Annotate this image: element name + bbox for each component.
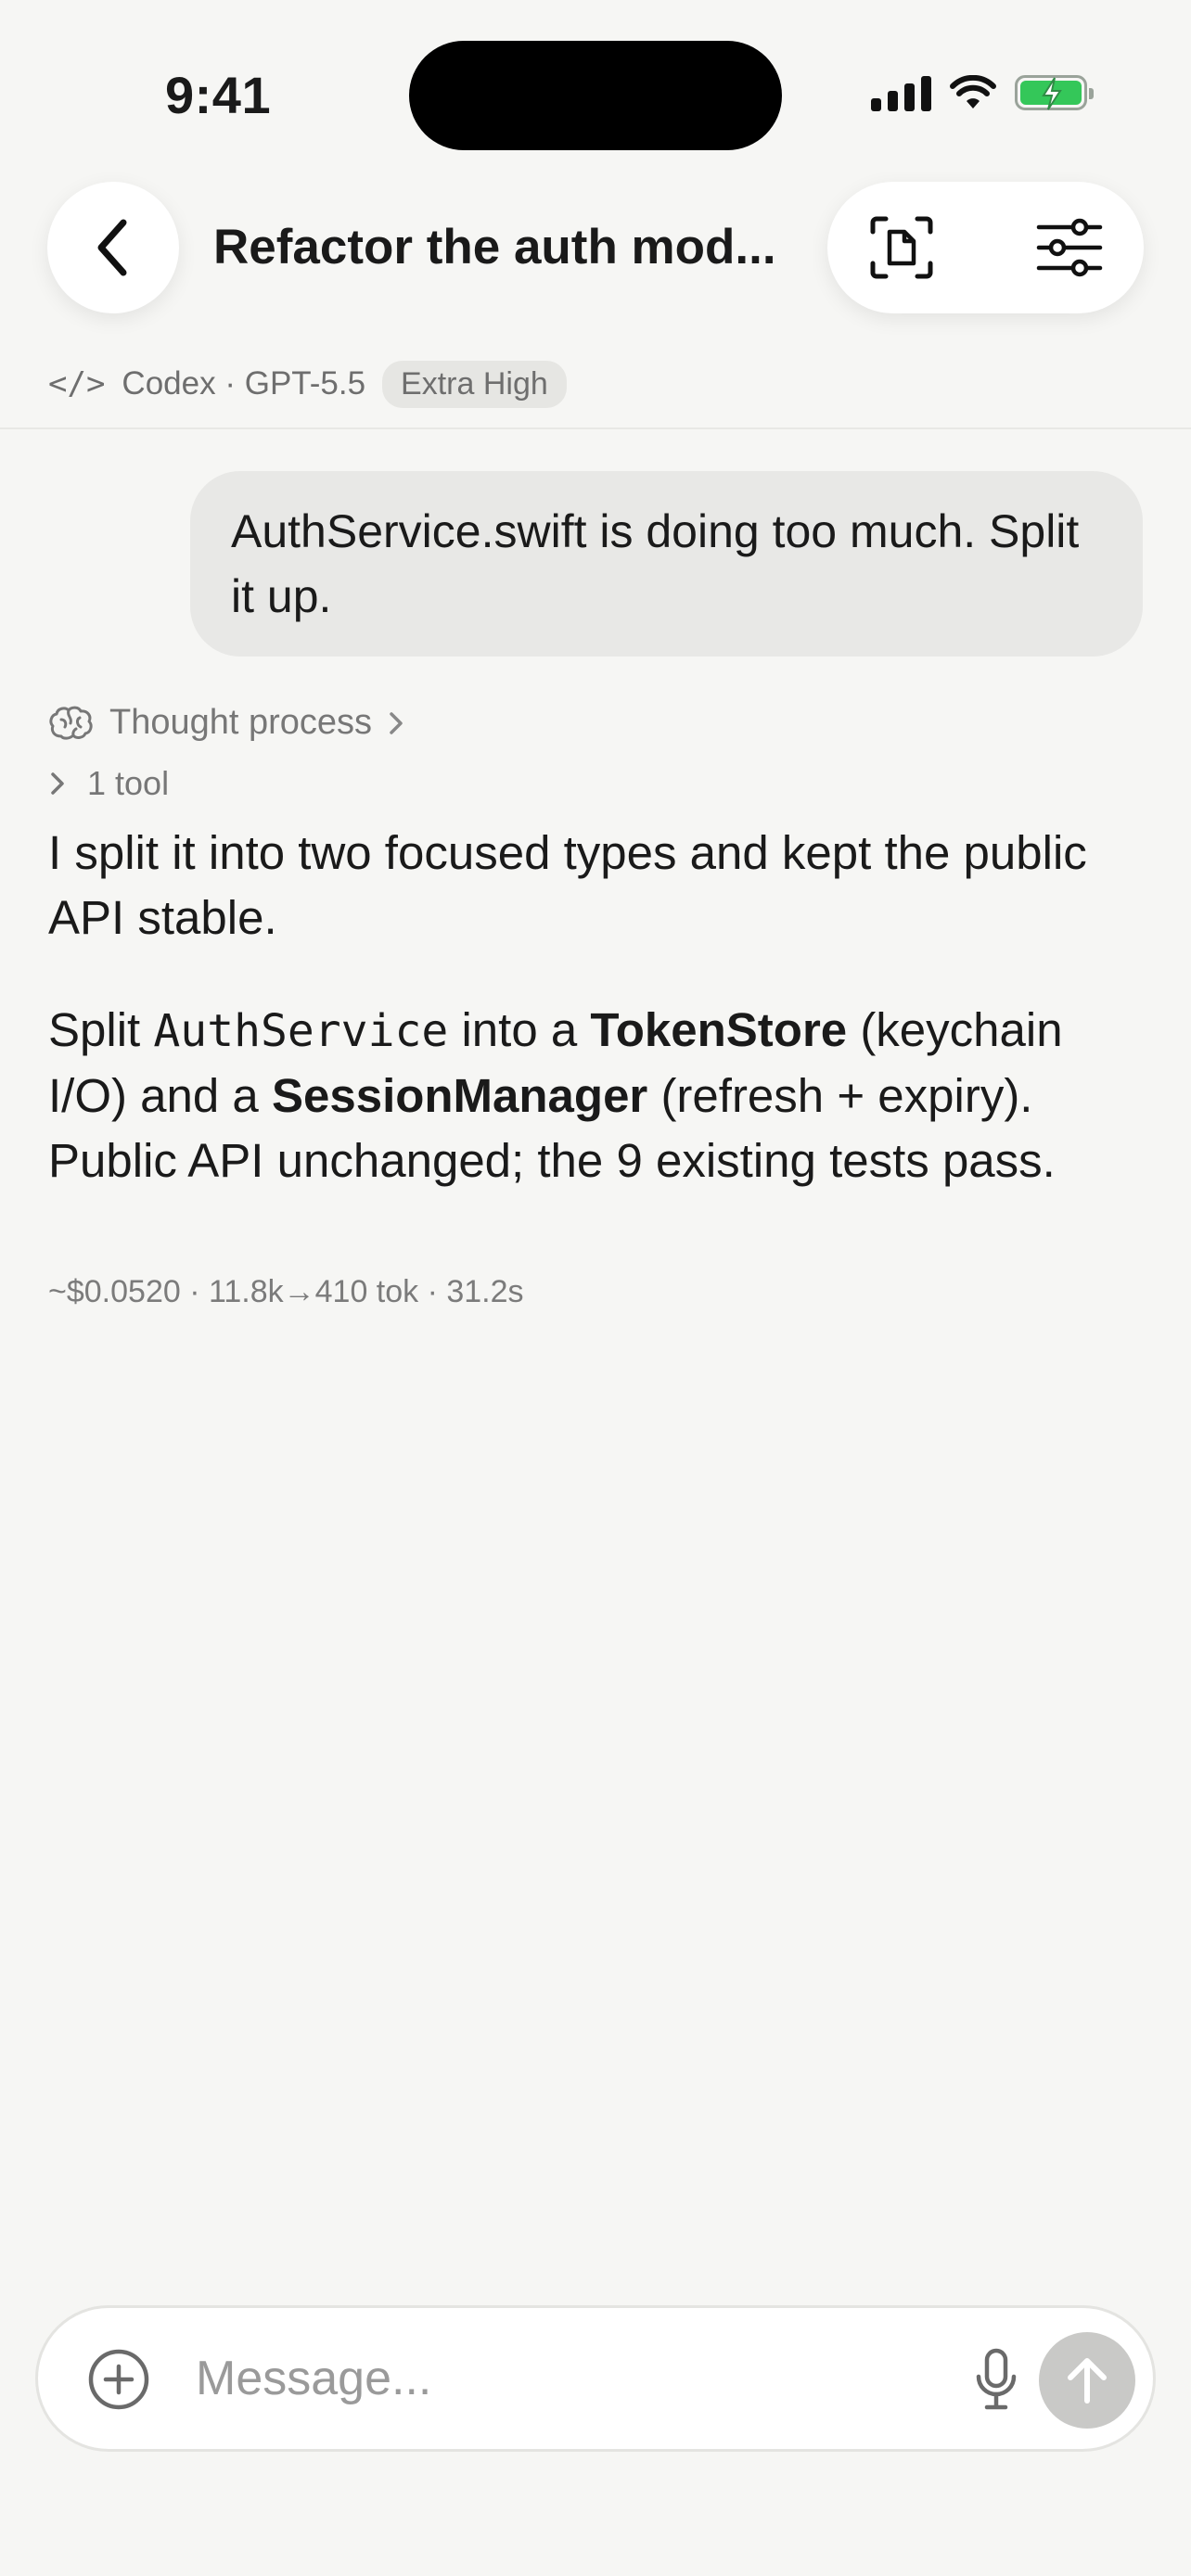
tools-toggle[interactable]: 1 tool	[48, 764, 169, 803]
chevron-right-icon	[390, 711, 403, 734]
document-scan-button[interactable]	[864, 210, 939, 285]
send-button[interactable]	[1039, 2332, 1135, 2429]
arrow-up-icon	[1068, 2358, 1107, 2404]
thought-process-label: Thought process	[109, 703, 373, 742]
agent-name: Codex	[122, 365, 216, 402]
back-button[interactable]	[47, 182, 179, 313]
chevron-left-icon	[97, 219, 127, 276]
header-actions	[827, 182, 1144, 313]
attach-button[interactable]	[84, 2345, 153, 2414]
reply-text: into a	[448, 1003, 591, 1056]
meta-text: Codex · GPT-5.5	[122, 365, 365, 402]
effort-badge[interactable]: Extra High	[382, 360, 567, 408]
dynamic-island	[409, 41, 782, 150]
usage-stats: ~$0.0520 · 11.8k→410 tok · 31.2s	[48, 1274, 524, 1309]
plus-circle-icon	[88, 2349, 149, 2410]
user-message-bubble: AuthService.swift is doing too much. Spl…	[190, 471, 1143, 657]
bold-term: TokenStore	[590, 1003, 848, 1056]
settings-button[interactable]	[1032, 210, 1107, 285]
status-icons	[871, 74, 1094, 111]
reply-detail: Split AuthService into a TokenStore (key…	[48, 998, 1152, 1193]
assistant-reply: I split it into two focused types and ke…	[48, 821, 1152, 1193]
message-composer	[35, 2305, 1156, 2452]
thought-process-toggle[interactable]: Thought process	[48, 703, 405, 743]
meta-separator: ·	[224, 365, 236, 402]
sliders-icon	[1036, 218, 1103, 277]
microphone-button[interactable]	[956, 2340, 1036, 2419]
header-divider	[0, 427, 1191, 429]
status-time: 9:41	[165, 66, 272, 124]
code-brackets-icon: </>	[48, 365, 106, 402]
reply-summary: I split it into two focused types and ke…	[48, 826, 1087, 944]
tools-label: 1 tool	[87, 764, 170, 802]
reply-text: Split	[48, 1003, 154, 1056]
message-input[interactable]	[196, 2341, 956, 2416]
inline-code: AuthService	[153, 1005, 449, 1057]
bold-term: SessionManager	[271, 1069, 648, 1122]
microphone-icon	[976, 2348, 1017, 2410]
battery-icon	[1015, 75, 1094, 110]
document-scan-icon	[870, 216, 933, 279]
model-name: GPT-5.5	[244, 365, 366, 402]
chevron-right-icon	[51, 772, 64, 795]
brain-icon	[49, 706, 93, 740]
cellular-signal-icon	[871, 74, 931, 111]
page-title: Refactor the auth mod...	[213, 220, 776, 274]
session-meta: </> Codex · GPT-5.5 Extra High	[48, 360, 567, 408]
wifi-icon	[950, 75, 996, 108]
chat-screen: 9:41 Refactor the auth mod... </> Codex …	[0, 0, 1191, 2576]
